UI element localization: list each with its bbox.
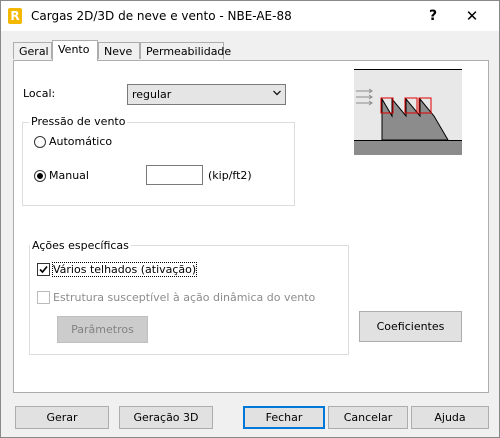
dialog-window: R Cargas 2D/3D de neve e vento - NBE-AE-… <box>0 0 500 438</box>
title-bar[interactable]: R Cargas 2D/3D de neve e vento - NBE-AE-… <box>1 1 499 31</box>
local-label: Local: <box>23 87 56 100</box>
parameters-button[interactable]: Parâmetros <box>57 316 148 343</box>
tab-geral[interactable]: Geral <box>13 42 52 59</box>
cancel-button[interactable]: Cancelar <box>328 406 408 429</box>
dynamic-action-checkbox[interactable] <box>37 291 50 304</box>
roof-diagram <box>354 69 462 155</box>
manual-radio-label[interactable]: Manual <box>49 169 89 182</box>
multiple-roofs-label[interactable]: Vários telhados (ativação) <box>51 262 198 277</box>
checkmark-icon <box>39 265 48 274</box>
close-title-button[interactable]: ✕ <box>457 5 487 27</box>
tab-vento[interactable]: Vento <box>52 40 98 61</box>
chevron-down-icon <box>273 90 281 96</box>
local-select[interactable]: regular <box>127 84 286 105</box>
tab-permeabilidade[interactable]: Permeabilidade <box>140 42 231 59</box>
help-button[interactable]: Ajuda <box>411 406 489 429</box>
dynamic-action-label[interactable]: Estrutura susceptível à ação dinâmica do… <box>53 291 315 304</box>
wind-pressure-input[interactable] <box>146 165 203 185</box>
close-button[interactable]: Fechar <box>243 406 325 429</box>
tab-panel-vento: Local: regular Pressão de vento Automáti… <box>13 60 489 393</box>
actions-group-legend: Ações específicas <box>30 239 131 252</box>
help-title-button[interactable]: ? <box>421 5 445 27</box>
auto-radio[interactable] <box>34 136 46 148</box>
pressure-group-legend: Pressão de vento <box>29 115 128 128</box>
generate-3d-button[interactable]: Geração 3D <box>119 406 213 429</box>
coefficients-button[interactable]: Coeficientes <box>359 311 462 342</box>
generate-button[interactable]: Gerar <box>15 406 109 429</box>
multiple-roofs-checkbox[interactable] <box>37 263 50 276</box>
window-title: Cargas 2D/3D de neve e vento - NBE-AE-88 <box>31 9 292 23</box>
pressure-unit-label: (kip/ft2) <box>208 169 252 182</box>
tab-neve[interactable]: Neve <box>98 42 140 59</box>
local-select-value: regular <box>132 88 172 101</box>
app-icon: R <box>8 8 22 24</box>
auto-radio-label[interactable]: Automático <box>49 135 112 148</box>
manual-radio[interactable] <box>34 170 46 182</box>
